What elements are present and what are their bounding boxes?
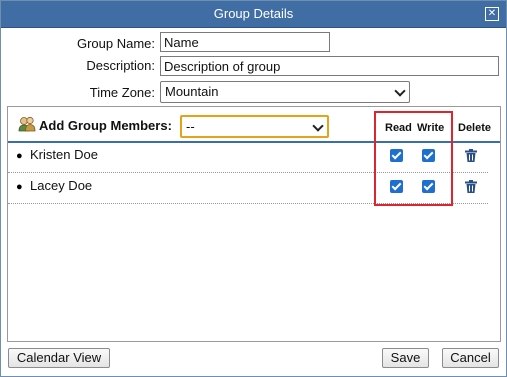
trash-icon[interactable] bbox=[465, 180, 477, 193]
group-details-dialog: Group Details ✕ Group Name: Name Descrip… bbox=[0, 0, 507, 377]
description-input[interactable]: Description of group bbox=[160, 56, 499, 76]
member-name: Kristen Doe bbox=[30, 147, 98, 162]
cancel-button[interactable]: Cancel bbox=[442, 348, 499, 368]
close-icon[interactable]: ✕ bbox=[485, 7, 499, 21]
bullet-icon: ● bbox=[16, 150, 23, 162]
bullet-icon: ● bbox=[16, 181, 23, 193]
time-zone-label: Time Zone: bbox=[89, 85, 155, 100]
time-zone-select[interactable]: Mountain bbox=[160, 81, 410, 103]
add-members-select[interactable]: -- bbox=[180, 115, 329, 138]
title-bar: Group Details ✕ bbox=[1, 1, 506, 28]
trash-icon[interactable] bbox=[465, 149, 477, 162]
delete-column-header: Delete bbox=[458, 122, 492, 134]
group-users-icon bbox=[18, 116, 36, 132]
description-label: Description: bbox=[86, 58, 155, 73]
add-members-value: -- bbox=[186, 119, 195, 134]
member-name: Lacey Doe bbox=[30, 178, 93, 193]
permissions-highlight bbox=[374, 111, 453, 206]
save-button[interactable]: Save bbox=[382, 348, 429, 368]
chevron-down-icon bbox=[394, 85, 406, 97]
group-name-input[interactable]: Name bbox=[160, 32, 330, 52]
chevron-down-icon bbox=[312, 120, 324, 132]
calendar-view-button[interactable]: Calendar View bbox=[8, 348, 110, 368]
group-name-label: Group Name: bbox=[76, 36, 155, 51]
time-zone-value: Mountain bbox=[165, 84, 219, 99]
add-group-members-label: Add Group Members: bbox=[39, 118, 172, 133]
dialog-title: Group Details bbox=[213, 6, 294, 21]
